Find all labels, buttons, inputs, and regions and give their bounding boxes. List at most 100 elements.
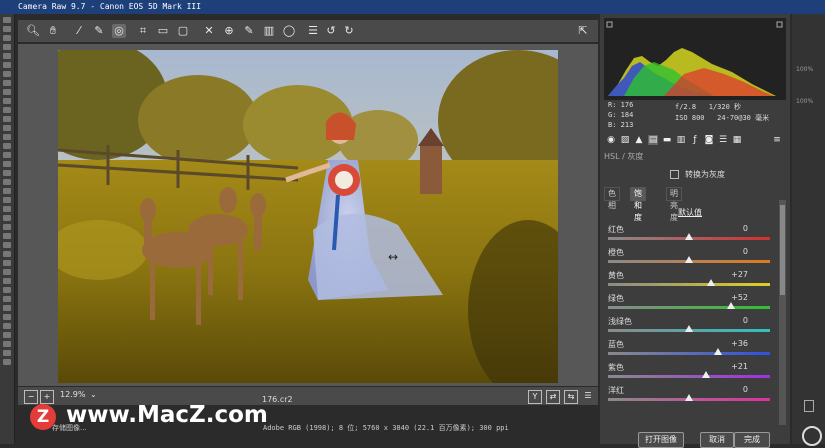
slider-thumb[interactable] xyxy=(685,394,693,401)
host-tool-icon[interactable] xyxy=(3,323,11,329)
color-sampler-icon[interactable]: ✎ xyxy=(92,24,106,38)
transform-icon[interactable]: ▢ xyxy=(176,24,190,38)
straighten-icon[interactable]: ▭ xyxy=(156,24,170,38)
zoom-dropdown-icon[interactable]: ⌄ xyxy=(90,390,97,399)
slider-value[interactable]: +21 xyxy=(731,362,748,371)
host-tool-icon[interactable] xyxy=(3,287,11,293)
host-tool-icon[interactable] xyxy=(3,143,11,149)
open-image-button[interactable]: 打开图像 xyxy=(638,432,684,448)
host-tool-icon[interactable] xyxy=(3,44,11,50)
swap-settings-icon[interactable]: ⇄ xyxy=(546,390,560,404)
host-tool-icon[interactable] xyxy=(3,233,11,239)
host-tool-icon[interactable] xyxy=(3,179,11,185)
preview-settings-icon[interactable]: ☰ xyxy=(582,390,594,402)
tab-hue[interactable]: 色相 xyxy=(604,187,620,210)
host-tool-icon[interactable] xyxy=(3,188,11,194)
slider-value[interactable]: +27 xyxy=(731,270,748,279)
host-tool-icon[interactable] xyxy=(3,107,11,113)
lens-tab-icon[interactable]: ▥ xyxy=(676,135,686,145)
target-adjust-icon[interactable]: ◎ xyxy=(112,24,126,38)
host-tool-icon[interactable] xyxy=(3,359,11,365)
slider-value[interactable]: +52 xyxy=(731,293,748,302)
panel-menu-icon[interactable]: ≡ xyxy=(772,135,782,145)
effects-tab-icon[interactable]: ƒ xyxy=(690,135,700,145)
host-tool-icon[interactable] xyxy=(3,35,11,41)
host-tool-icon[interactable] xyxy=(3,197,11,203)
before-after-icon[interactable]: Y xyxy=(528,390,542,404)
slider-thumb[interactable] xyxy=(685,233,693,240)
search-icon[interactable] xyxy=(802,426,822,446)
slider-thumb[interactable] xyxy=(685,325,693,332)
basic-tab-icon[interactable]: ◉ xyxy=(606,135,616,145)
zoom-level[interactable]: 12.9% xyxy=(60,390,85,399)
defaults-link[interactable]: 默认值 xyxy=(678,207,702,218)
host-tool-icon[interactable] xyxy=(3,161,11,167)
slider-thumb[interactable] xyxy=(706,279,715,286)
tab-luminance[interactable]: 明亮度 xyxy=(666,187,682,222)
slider-thumb[interactable] xyxy=(727,302,736,309)
host-tool-icon[interactable] xyxy=(3,125,11,131)
host-tool-icon[interactable] xyxy=(3,296,11,302)
host-tool-icon[interactable] xyxy=(3,314,11,320)
host-tool-icon[interactable] xyxy=(3,80,11,86)
snapshots-tab-icon[interactable]: ▦ xyxy=(732,135,742,145)
panel-scrollbar-thumb[interactable] xyxy=(780,205,785,295)
highlight-clip-icon[interactable] xyxy=(776,21,783,28)
slider-value[interactable]: 0 xyxy=(743,224,748,233)
slider-track[interactable] xyxy=(608,306,770,309)
host-tool-icon[interactable] xyxy=(3,116,11,122)
host-tool-icon[interactable] xyxy=(3,332,11,338)
host-tool-icon[interactable] xyxy=(3,89,11,95)
slider-value[interactable]: 0 xyxy=(743,385,748,394)
host-tool-icon[interactable] xyxy=(3,350,11,356)
host-tool-icon[interactable] xyxy=(3,305,11,311)
host-tool-icon[interactable] xyxy=(3,341,11,347)
slider-track[interactable] xyxy=(608,283,770,286)
photo-preview[interactable] xyxy=(58,50,558,383)
host-tool-icon[interactable] xyxy=(3,278,11,284)
rotate-left-icon[interactable]: ↺ xyxy=(324,24,338,38)
host-tool-icon[interactable] xyxy=(3,71,11,77)
host-tool-icon[interactable] xyxy=(3,98,11,104)
hsl-tab-icon[interactable]: ▤ xyxy=(648,135,658,145)
slider-value[interactable]: 0 xyxy=(743,247,748,256)
host-tool-icon[interactable] xyxy=(3,260,11,266)
split-toning-tab-icon[interactable]: ▬ xyxy=(662,135,672,145)
white-balance-icon[interactable]: ⁄ xyxy=(72,24,86,38)
convert-grayscale-checkbox[interactable]: 转换为灰度 xyxy=(670,169,725,180)
copy-settings-icon[interactable]: ⇆ xyxy=(564,390,578,404)
tab-saturation[interactable]: 饱和度 xyxy=(630,187,646,222)
shadow-clip-icon[interactable] xyxy=(606,21,613,28)
slider-track[interactable] xyxy=(608,352,770,355)
checkbox-box[interactable] xyxy=(670,170,679,179)
detail-tab-icon[interactable]: ▲ xyxy=(634,135,644,145)
done-button[interactable]: 完成 xyxy=(734,432,770,448)
hand-icon[interactable]: ✋︎ xyxy=(46,24,60,38)
camera-calibration-tab-icon[interactable]: ◙ xyxy=(704,135,714,145)
crop-icon[interactable]: ⌗ xyxy=(136,24,150,38)
host-tool-icon[interactable] xyxy=(3,152,11,158)
slider-value[interactable]: 0 xyxy=(743,316,748,325)
host-tool-icon[interactable] xyxy=(3,206,11,212)
slider-track[interactable] xyxy=(608,375,770,378)
host-tool-icon[interactable] xyxy=(3,26,11,32)
slider-thumb[interactable] xyxy=(702,371,710,378)
host-tool-icon[interactable] xyxy=(3,53,11,59)
slider-value[interactable]: +36 xyxy=(731,339,748,348)
host-tool-icon[interactable] xyxy=(3,242,11,248)
rotate-right-icon[interactable]: ↻ xyxy=(342,24,356,38)
open-fullscreen-icon[interactable]: ⇱ xyxy=(576,24,590,38)
host-tool-icon[interactable] xyxy=(3,17,11,23)
red-eye-icon[interactable]: ⊕ xyxy=(222,24,236,38)
trash-icon[interactable] xyxy=(804,400,814,412)
host-tool-icon[interactable] xyxy=(3,170,11,176)
host-tool-icon[interactable] xyxy=(3,215,11,221)
tone-curve-tab-icon[interactable]: ▨ xyxy=(620,135,630,145)
host-tool-icon[interactable] xyxy=(3,62,11,68)
radial-filter-icon[interactable]: ◯ xyxy=(282,24,296,38)
spot-removal-icon[interactable]: ✕ xyxy=(202,24,216,38)
host-tool-icon[interactable] xyxy=(3,251,11,257)
slider-thumb[interactable] xyxy=(714,348,723,355)
adjust-brush-icon[interactable]: ✎ xyxy=(242,24,256,38)
host-tool-icon[interactable] xyxy=(3,269,11,275)
